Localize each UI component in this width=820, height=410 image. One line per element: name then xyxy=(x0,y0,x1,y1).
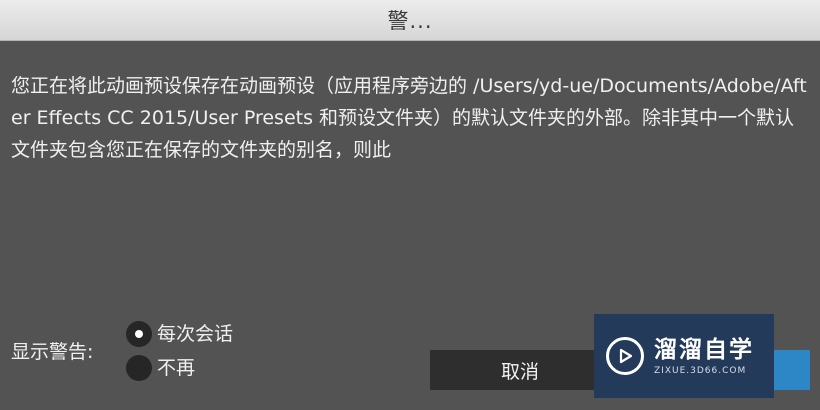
watermark-text: 溜溜自学 ZIXUE.3D66.COM xyxy=(654,336,754,376)
watermark-url: ZIXUE.3D66.COM xyxy=(654,366,747,376)
ok-button[interactable] xyxy=(773,350,810,390)
radio-label-never: 不再 xyxy=(157,357,196,379)
dialog-title: 警... xyxy=(387,9,433,33)
play-logo-icon xyxy=(606,337,644,375)
radio-option-never[interactable]: 不再 xyxy=(126,355,195,381)
cancel-button[interactable]: 取消 xyxy=(430,350,610,390)
show-warning-label: 显示警告: xyxy=(11,341,94,363)
radio-unselected-icon[interactable] xyxy=(126,355,152,381)
title-bar[interactable]: 警... xyxy=(0,0,820,41)
watermark-overlay: 溜溜自学 ZIXUE.3D66.COM xyxy=(594,314,774,398)
watermark-name: 溜溜自学 xyxy=(654,337,754,363)
play-triangle-icon xyxy=(619,348,633,364)
radio-selected-icon[interactable] xyxy=(126,321,152,347)
dialog-message: 您正在将此动画预设保存在动画预设（应用程序旁边的 /Users/yd-ue/Do… xyxy=(11,75,807,161)
warning-dialog: 警... 您正在将此动画预设保存在动画预设（应用程序旁边的 /Users/yd-… xyxy=(0,0,820,410)
radio-option-every-session[interactable]: 每次会话 xyxy=(126,321,233,347)
radio-label-every-session: 每次会话 xyxy=(157,323,234,345)
